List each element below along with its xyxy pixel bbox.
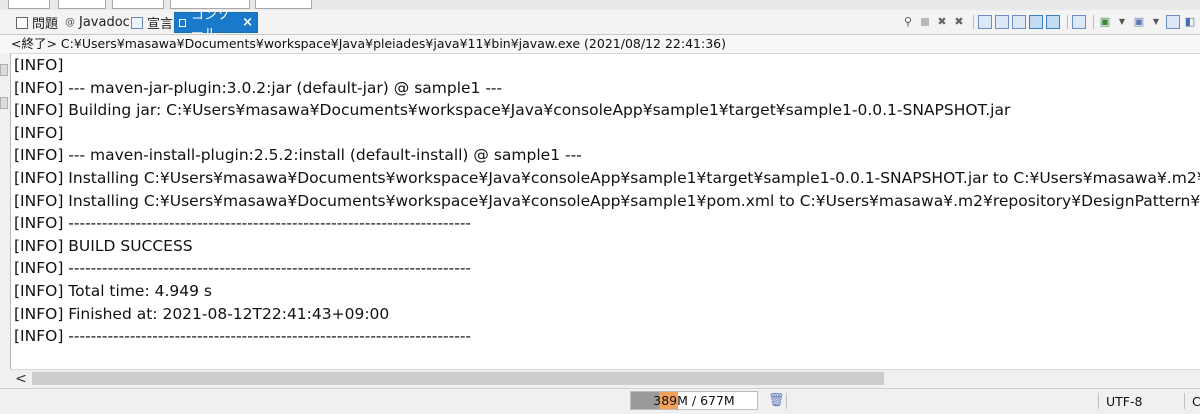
- tab-declaration[interactable]: 宣言: [127, 12, 177, 33]
- encoding-indicator[interactable]: UTF-8: [1106, 394, 1142, 409]
- word-wrap-icon[interactable]: [1012, 15, 1026, 29]
- gutter-marker: [0, 97, 8, 109]
- toolbar-field: [8, 0, 50, 9]
- launch-status-line: <終了> C:¥Users¥masawa¥Documents¥workspace…: [0, 35, 1200, 53]
- chevron-down-icon[interactable]: ▼: [1149, 15, 1163, 29]
- show-stdout-icon[interactable]: [1029, 15, 1043, 29]
- javadoc-icon: @: [65, 16, 75, 28]
- tab-javadoc[interactable]: @ Javadoc: [61, 12, 134, 33]
- show-stderr-icon[interactable]: [1046, 15, 1060, 29]
- console-output[interactable]: [INFO] [INFO] --- maven-jar-plugin:3.0.2…: [10, 53, 1200, 370]
- heap-label: 389M / 677M: [653, 393, 735, 408]
- console-line: [INFO]: [14, 56, 64, 74]
- toolbar-field: [112, 0, 164, 9]
- new-console-icon[interactable]: ▣: [1132, 15, 1146, 29]
- scrollbar-thumb[interactable]: [32, 372, 884, 385]
- console-toolbar: ⚲ ✖ ✖ ▣ ▼ ▣ ▼ ◧: [901, 13, 1200, 31]
- console-line: [INFO] --- maven-install-plugin:2.5.2:in…: [14, 146, 582, 165]
- scroll-left-arrow[interactable]: <: [12, 370, 30, 388]
- console-line: [INFO] Installing C:¥Users¥masawa¥Docume…: [14, 168, 1200, 187]
- line-delimiter-indicator[interactable]: C: [1192, 394, 1200, 409]
- console-line: [INFO] ---------------------------------…: [14, 214, 472, 233]
- tab-label: 宣言: [147, 17, 174, 32]
- console-line: [INFO] BUILD SUCCESS: [14, 236, 193, 255]
- console-line: [INFO] ---------------------------------…: [14, 259, 472, 278]
- gutter-marker: [0, 64, 8, 76]
- minimize-icon[interactable]: [1166, 15, 1180, 29]
- separator: [1098, 393, 1099, 409]
- toolbar-field: [255, 0, 312, 9]
- problems-icon: [16, 16, 28, 29]
- separator: [973, 15, 974, 29]
- console-line: [INFO] Building jar: C:¥Users¥masawa¥Doc…: [14, 101, 1011, 120]
- console-icon: [179, 18, 186, 27]
- remove-all-icon[interactable]: ✖: [952, 15, 966, 29]
- tab-problems[interactable]: 問題: [12, 12, 62, 33]
- console-line: [INFO] Total time: 4.949 s: [14, 281, 212, 300]
- scroll-lock-icon[interactable]: [995, 15, 1009, 29]
- declaration-icon: [131, 16, 143, 29]
- stop-icon[interactable]: [918, 15, 932, 29]
- tab-console[interactable]: コンソール ×: [174, 8, 258, 42]
- console-line: [INFO] Installing C:¥Users¥masawa¥Docume…: [14, 191, 1200, 210]
- pin-icon[interactable]: ⚲: [901, 15, 915, 29]
- open-console-icon[interactable]: ▣: [1098, 15, 1112, 29]
- chevron-down-icon[interactable]: ▼: [1115, 15, 1129, 29]
- separator: [1067, 15, 1068, 29]
- close-icon[interactable]: ×: [242, 15, 253, 30]
- separator: [786, 393, 787, 409]
- separator: [1184, 393, 1185, 409]
- display-selected-icon[interactable]: [1072, 15, 1086, 29]
- maximize-icon[interactable]: ◧: [1183, 15, 1197, 29]
- console-line: [INFO] ---------------------------------…: [14, 327, 472, 346]
- view-tab-bar: 問題 @ Javadoc 宣言 コンソール × ⚲ ✖ ✖ ▣ ▼ ▣ ▼ ◧: [0, 8, 1200, 42]
- heap-status[interactable]: 389M / 677M: [630, 391, 758, 410]
- status-bar: 389M / 677M 🗑 UTF-8 C: [0, 388, 1200, 414]
- toolbar-field: [58, 0, 106, 9]
- console-line: [INFO] Finished at: 2021-08-12T22:41:43+…: [14, 304, 390, 323]
- tab-label: 問題: [32, 17, 59, 32]
- clear-console-icon[interactable]: [978, 15, 992, 29]
- tab-label: Javadoc: [79, 15, 130, 30]
- console-line: [INFO] --- maven-jar-plugin:3.0.2:jar (d…: [14, 78, 503, 97]
- remove-launch-icon[interactable]: ✖: [935, 15, 949, 29]
- console-line: [INFO]: [14, 123, 64, 142]
- horizontal-scrollbar[interactable]: <: [10, 369, 1200, 388]
- trash-icon[interactable]: 🗑: [768, 393, 785, 408]
- separator: [1093, 15, 1094, 29]
